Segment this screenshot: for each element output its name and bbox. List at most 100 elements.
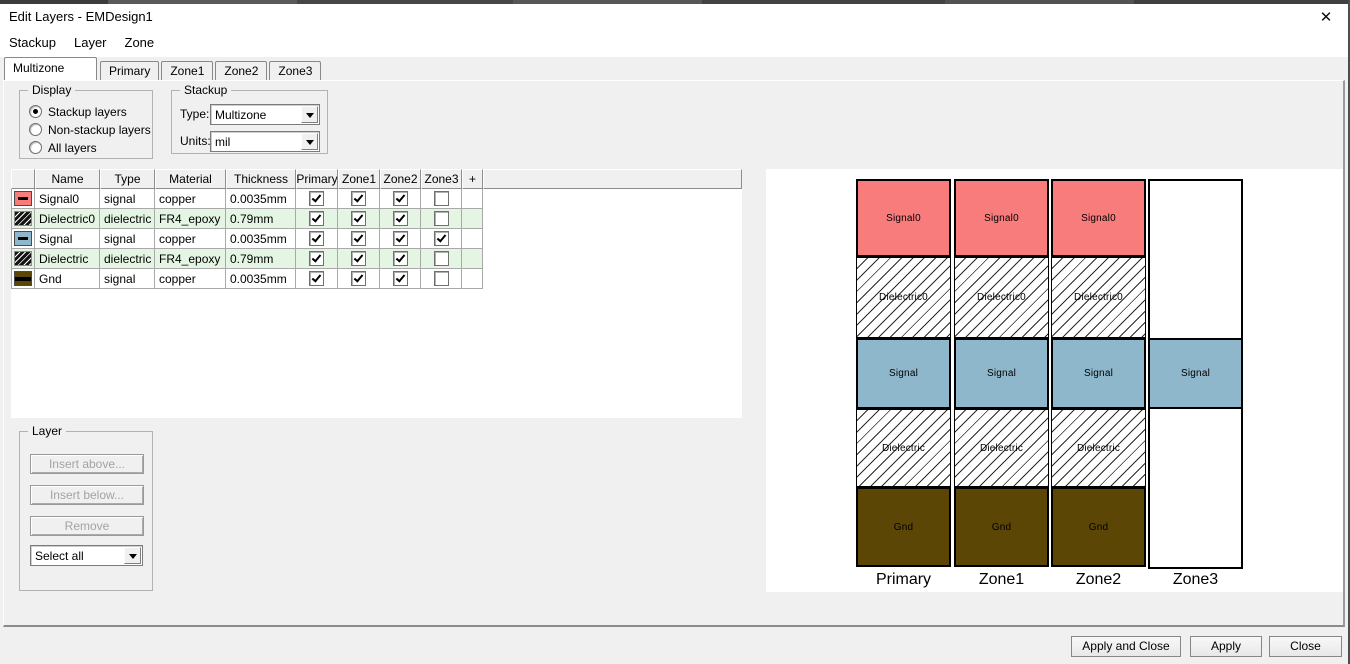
column-header-primary[interactable]: Primary (296, 169, 338, 189)
cell-thickness[interactable]: 0.0035mm (226, 229, 296, 249)
cell-material[interactable]: FR4_epoxy (155, 249, 226, 269)
checkbox-zone3-gnd[interactable] (433, 271, 449, 286)
layer-color-swatch (14, 211, 32, 226)
layer-box-gnd: Gnd (954, 487, 1049, 567)
column-header-zone3[interactable]: Zone3 (421, 169, 462, 189)
column-header-zone1[interactable]: Zone1 (338, 169, 380, 189)
type-dropdown[interactable]: Multizone (210, 104, 320, 125)
radio-label: Non-stackup layers (48, 122, 151, 137)
cell-name[interactable]: Signal (35, 229, 100, 249)
close-button[interactable]: Close (1269, 636, 1342, 657)
menu-item-stackup[interactable]: Stackup (0, 35, 65, 50)
column-header-filler (483, 169, 742, 189)
cell-thickness[interactable]: 0.79mm (226, 249, 296, 269)
cell-zone3 (421, 229, 462, 249)
remove-button[interactable]: Remove (30, 516, 144, 536)
cell-name[interactable]: Dielectric0 (35, 209, 100, 229)
zone-label-zone3: Zone3 (1172, 571, 1219, 588)
cell-name[interactable]: Gnd (35, 269, 100, 289)
cell-material[interactable]: copper (155, 229, 226, 249)
column-header-name[interactable]: Name (35, 169, 100, 189)
layer-box-signal: Signal (856, 338, 951, 409)
insert-above-button[interactable]: Insert above... (30, 454, 144, 474)
cell-thickness[interactable]: 0.0035mm (226, 189, 296, 209)
cell-zone2 (380, 269, 421, 289)
checkbox-zone1-gnd[interactable] (351, 271, 366, 286)
zone-label-zone1: Zone1 (978, 571, 1025, 588)
tab-zone3[interactable]: Zone3 (269, 61, 322, 80)
stackup-column-zone2: Signal0 Dielectric0 Signal Dielectric Gnd (1051, 179, 1146, 567)
checkbox-zone2-dielectric[interactable] (392, 251, 408, 266)
checkbox-zone3-signal0[interactable] (433, 191, 449, 206)
cell-type[interactable]: signal (100, 189, 155, 209)
checkbox-zone1-dielectric0[interactable] (351, 211, 366, 226)
checkbox-zone1-signal[interactable] (351, 231, 366, 246)
checkbox-primary-signal[interactable] (309, 231, 324, 246)
checkbox-zone2-dielectric0[interactable] (392, 211, 408, 226)
cell-swatch[interactable] (11, 269, 35, 289)
cell-name[interactable]: Signal0 (35, 189, 100, 209)
cell-material[interactable]: copper (155, 189, 226, 209)
chevron-down-icon[interactable] (301, 106, 318, 123)
swatch-line (15, 277, 31, 281)
checkbox-zone3-signal[interactable] (433, 231, 449, 246)
checkbox-primary-signal0[interactable] (309, 191, 324, 206)
radio-all-layers[interactable]: All layers (29, 140, 152, 155)
checkbox-zone2-gnd[interactable] (392, 271, 408, 286)
menu-item-zone[interactable]: Zone (116, 35, 164, 50)
checkbox-primary-gnd[interactable] (309, 271, 324, 286)
chevron-down-icon[interactable] (124, 547, 141, 564)
layer-group-title: Layer (28, 424, 67, 438)
checkbox-zone1-dielectric[interactable] (351, 251, 366, 266)
cell-swatch[interactable] (11, 189, 35, 209)
insert-below-button[interactable]: Insert below... (30, 485, 144, 505)
type-dropdown-value: Multizone (215, 108, 267, 122)
layer-box-dielectric: Dielectric (1051, 409, 1146, 487)
checkbox-zone3-dielectric0[interactable] (433, 211, 449, 226)
cell-type[interactable]: dielectric (100, 249, 155, 269)
column-header-zone2[interactable]: Zone2 (380, 169, 421, 189)
window-title: Edit Layers - EMDesign1 (9, 9, 153, 24)
chevron-down-icon[interactable] (301, 133, 318, 150)
column-header-blank[interactable]: + (462, 169, 483, 189)
units-dropdown[interactable]: mil (210, 131, 320, 152)
tab-zone2[interactable]: Zone2 (215, 61, 268, 80)
cell-name[interactable]: Dielectric (35, 249, 100, 269)
cell-thickness[interactable]: 0.79mm (226, 209, 296, 229)
cell-zone2 (380, 249, 421, 269)
apply-and-close-button[interactable]: Apply and Close (1071, 636, 1181, 657)
cell-material[interactable]: FR4_epoxy (155, 209, 226, 229)
radio-stackup-layers[interactable]: Stackup layers (29, 104, 152, 119)
checkbox-zone3-dielectric[interactable] (433, 251, 449, 266)
cell-type[interactable]: signal (100, 269, 155, 289)
cell-zone1 (338, 189, 380, 209)
cell-swatch[interactable] (11, 229, 35, 249)
layer-spacer (1150, 487, 1241, 567)
apply-button[interactable]: Apply (1190, 636, 1262, 657)
select-all-dropdown[interactable]: Select all (30, 545, 143, 566)
cell-zone1 (338, 209, 380, 229)
tab-zone1[interactable]: Zone1 (161, 61, 214, 80)
cell-type[interactable]: dielectric (100, 209, 155, 229)
cell-zone2 (380, 189, 421, 209)
cell-swatch[interactable] (11, 209, 35, 229)
tab-primary[interactable]: Primary (100, 61, 160, 80)
checkbox-primary-dielectric[interactable] (309, 251, 324, 266)
layer-box-gnd: Gnd (856, 487, 951, 567)
cell-type[interactable]: signal (100, 229, 155, 249)
cell-thickness[interactable]: 0.0035mm (226, 269, 296, 289)
radio-non-stackup-layers[interactable]: Non-stackup layers (29, 122, 152, 137)
checkbox-zone2-signal0[interactable] (392, 191, 408, 206)
stackup-column-zone3: Signal (1148, 179, 1243, 569)
column-header-thickness[interactable]: Thickness (226, 169, 296, 189)
column-header-type[interactable]: Type (100, 169, 155, 189)
close-icon[interactable]: ✕ (1314, 7, 1338, 28)
menu-item-layer[interactable]: Layer (65, 35, 116, 50)
checkbox-primary-dielectric0[interactable] (309, 211, 324, 226)
tab-multizone[interactable]: Multizone (4, 57, 97, 80)
column-header-material[interactable]: Material (155, 169, 226, 189)
cell-swatch[interactable] (11, 249, 35, 269)
cell-material[interactable]: copper (155, 269, 226, 289)
checkbox-zone2-signal[interactable] (392, 231, 408, 246)
checkbox-zone1-signal0[interactable] (351, 191, 366, 206)
